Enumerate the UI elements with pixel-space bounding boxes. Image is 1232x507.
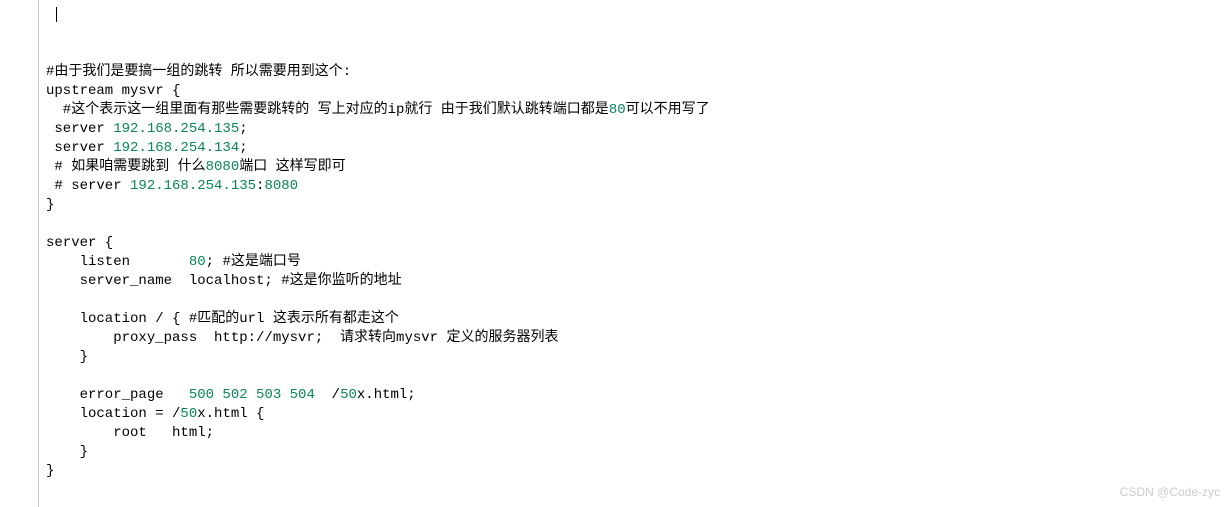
- code-line: }: [46, 196, 1232, 215]
- code-number: 50: [180, 406, 197, 422]
- code-editor[interactable]: #由于我们是要搞一组的跳转 所以需要用到这个:upstream mysvr { …: [46, 0, 1232, 481]
- code-number: 192.168.254.135: [113, 121, 239, 137]
- code-line: server_name localhost; #这是你监听的地址: [46, 272, 1232, 291]
- code-text: }: [46, 463, 54, 479]
- code-line: error_page 500 502 503 504 /50x.html;: [46, 386, 1232, 405]
- code-text: location = /: [46, 406, 180, 422]
- code-line: location / { #匹配的url 这表示所有都走这个: [46, 310, 1232, 329]
- code-line: # server 192.168.254.135:8080: [46, 177, 1232, 196]
- code-text: server: [46, 121, 113, 137]
- code-line: [46, 291, 1232, 310]
- code-text: server: [46, 140, 113, 156]
- code-text: 端口 这样写即可: [239, 159, 345, 175]
- code-line: proxy_pass http://mysvr; 请求转向mysvr 定义的服务…: [46, 329, 1232, 348]
- code-text: #这个表示这一组里面有那些需要跳转的 写上对应的ip就行 由于我们默认跳转端口都…: [46, 102, 609, 118]
- code-text: }: [46, 349, 88, 365]
- code-text: server_name localhost; #这是你监听的地址: [46, 273, 402, 289]
- code-text: # 如果咱需要跳到 什么: [46, 159, 206, 175]
- code-text: ;: [239, 140, 247, 156]
- code-text: ; #这是端口号: [206, 254, 301, 270]
- code-line: [46, 367, 1232, 386]
- code-text: # server: [46, 178, 130, 194]
- code-number: 80: [189, 254, 206, 270]
- code-text: location / { #匹配的url 这表示所有都走这个: [46, 311, 399, 327]
- code-text: x.html {: [197, 406, 264, 422]
- code-text: server {: [46, 235, 113, 251]
- code-line: #由于我们是要搞一组的跳转 所以需要用到这个:: [46, 63, 1232, 82]
- code-line: }: [46, 348, 1232, 367]
- code-number: 50: [340, 387, 357, 403]
- code-number: 80: [609, 102, 626, 118]
- code-text: error_page: [46, 387, 189, 403]
- code-text: }: [46, 444, 88, 460]
- code-line: [46, 44, 1232, 63]
- code-number: 192.168.254.134: [113, 140, 239, 156]
- code-line: location = /50x.html {: [46, 405, 1232, 424]
- code-line: server {: [46, 234, 1232, 253]
- code-text: upstream mysvr {: [46, 83, 180, 99]
- code-text: x.html;: [357, 387, 416, 403]
- code-text: }: [46, 197, 54, 213]
- code-number: 8080: [206, 159, 240, 175]
- code-text: root html;: [46, 425, 214, 441]
- code-text: ;: [239, 121, 247, 137]
- code-line: [46, 25, 1232, 44]
- code-line: server 192.168.254.135;: [46, 120, 1232, 139]
- code-line: #这个表示这一组里面有那些需要跳转的 写上对应的ip就行 由于我们默认跳转端口都…: [46, 101, 1232, 120]
- code-line: server 192.168.254.134;: [46, 139, 1232, 158]
- code-number: 192.168.254.135: [130, 178, 256, 194]
- code-number: 500 502 503 504: [189, 387, 315, 403]
- code-line: root html;: [46, 424, 1232, 443]
- code-line: upstream mysvr {: [46, 82, 1232, 101]
- code-number: 8080: [264, 178, 298, 194]
- text-cursor: [56, 7, 57, 22]
- code-line: }: [46, 462, 1232, 481]
- code-line: }: [46, 443, 1232, 462]
- code-text: 可以不用写了: [626, 102, 710, 118]
- code-text: /: [315, 387, 340, 403]
- code-text: proxy_pass http://mysvr; 请求转向mysvr 定义的服务…: [46, 330, 558, 346]
- code-line: # 如果咱需要跳到 什么8080端口 这样写即可: [46, 158, 1232, 177]
- code-text: listen: [46, 254, 189, 270]
- code-line: listen 80; #这是端口号: [46, 253, 1232, 272]
- line-number-gutter: [0, 0, 39, 507]
- code-line: [46, 215, 1232, 234]
- code-line: [46, 6, 1232, 25]
- code-text: #由于我们是要搞一组的跳转 所以需要用到这个:: [46, 64, 351, 80]
- watermark-text: CSDN @Code-zyc: [1120, 484, 1220, 501]
